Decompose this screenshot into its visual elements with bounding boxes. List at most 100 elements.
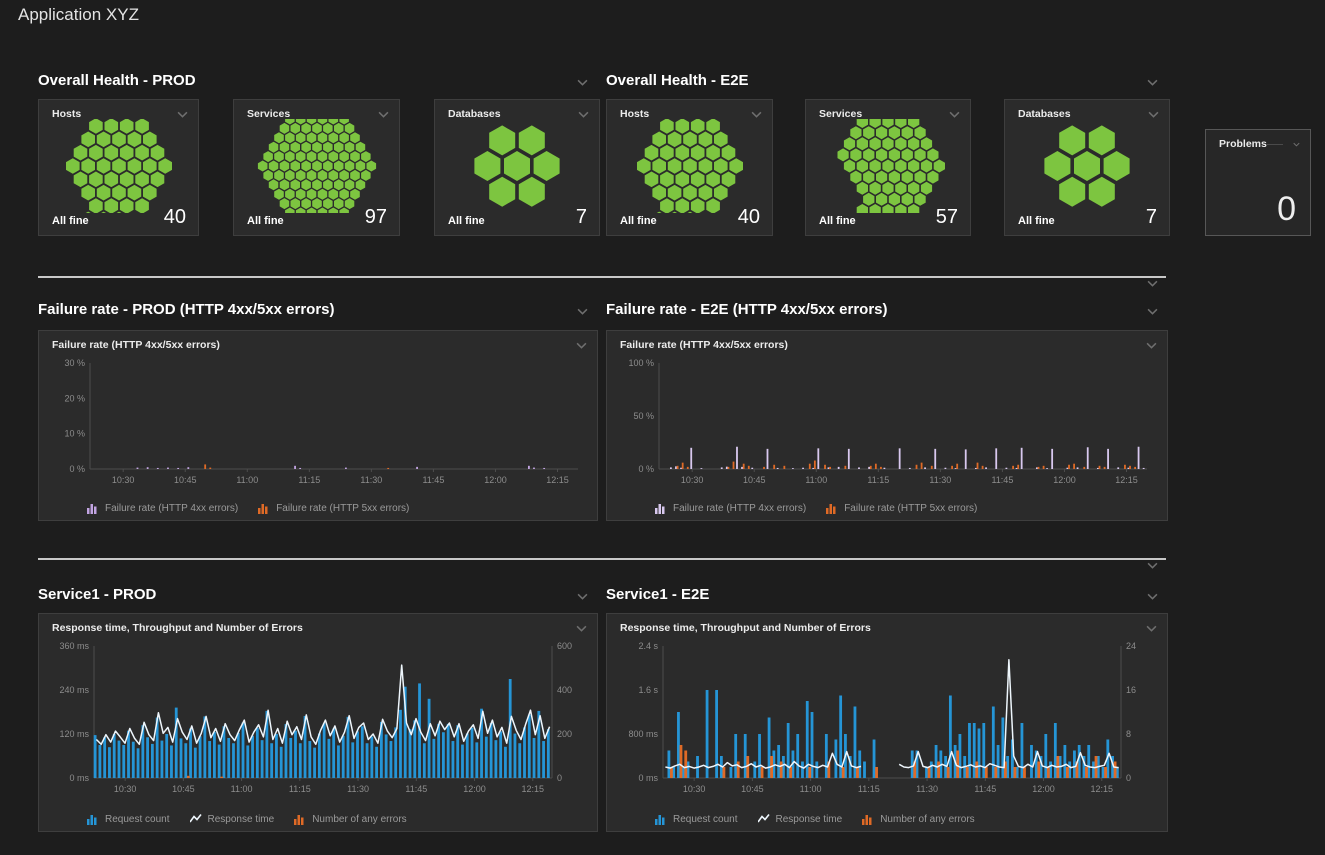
svg-text:360 ms: 360 ms xyxy=(59,641,89,651)
health-tile-services-e2e[interactable]: Services All fine57 xyxy=(805,99,971,236)
legend-item[interactable]: Request count xyxy=(87,813,170,825)
legend-label: Number of any errors xyxy=(880,814,974,825)
svg-text:120 ms: 120 ms xyxy=(59,729,89,739)
legend-item[interactable]: Number of any errors xyxy=(862,813,974,825)
legend-item[interactable]: Failure rate (HTTP 5xx errors) xyxy=(258,502,409,514)
legend-label: Failure rate (HTTP 5xx errors) xyxy=(844,503,977,514)
chevron-down-icon[interactable] xyxy=(751,111,762,118)
section-divider xyxy=(38,558,1166,560)
svg-text:12:15: 12:15 xyxy=(1090,784,1113,794)
svg-text:10:45: 10:45 xyxy=(743,475,766,485)
svg-text:100 %: 100 % xyxy=(628,358,654,368)
svg-text:11:15: 11:15 xyxy=(289,784,311,794)
health-tile-hosts-e2e[interactable]: Hosts All fine40 xyxy=(606,99,773,236)
chevron-down-icon[interactable] xyxy=(1147,593,1158,600)
bar-series-icon xyxy=(87,813,99,825)
service1-e2e-chart[interactable]: 0 ms800 ms1.6 s2.4 s08162410:3010:4511:0… xyxy=(613,636,1161,800)
health-tile-hosts-prod[interactable]: Hosts All fine40 xyxy=(38,99,199,236)
status-label: All fine xyxy=(819,215,856,227)
services-honeycomb[interactable] xyxy=(234,124,399,207)
chevron-down-icon[interactable] xyxy=(577,79,588,86)
section-collapse-control[interactable] xyxy=(1147,308,1158,315)
svg-text:10:30: 10:30 xyxy=(114,784,137,794)
health-tile-services-prod[interactable]: Services All fine97 xyxy=(233,99,400,236)
bar-series-icon xyxy=(258,502,270,514)
svg-text:11:30: 11:30 xyxy=(360,475,382,485)
svg-text:0 ms: 0 ms xyxy=(69,773,89,783)
chevron-down-icon[interactable] xyxy=(177,111,188,118)
count-value: 7 xyxy=(1146,207,1157,227)
chevron-down-icon[interactable] xyxy=(1293,141,1300,148)
chevron-down-icon[interactable] xyxy=(578,111,589,118)
section-title-service1-prod: Service1 - PROD xyxy=(38,586,156,603)
chevron-down-icon[interactable] xyxy=(576,342,587,349)
chevron-down-icon[interactable] xyxy=(1147,308,1158,315)
svg-text:30 %: 30 % xyxy=(64,358,85,368)
hosts-honeycomb[interactable] xyxy=(39,124,198,207)
svg-text:1.6 s: 1.6 s xyxy=(638,685,658,695)
tile-title: Failure rate (HTTP 4xx/5xx errors) xyxy=(620,339,788,351)
service1-prod-chart[interactable]: 0 ms120 ms240 ms360 ms020040060010:3010:… xyxy=(44,636,592,800)
count-value: 97 xyxy=(365,207,387,227)
svg-text:11:45: 11:45 xyxy=(405,784,427,794)
section-collapse-control[interactable] xyxy=(577,593,588,600)
chevron-down-icon[interactable] xyxy=(1148,111,1159,118)
section-collapse-control[interactable] xyxy=(577,308,588,315)
chevron-down-icon[interactable] xyxy=(949,111,960,118)
legend-item[interactable]: Number of any errors xyxy=(294,813,406,825)
chevron-down-icon[interactable] xyxy=(1147,280,1158,287)
legend-item[interactable]: Failure rate (HTTP 4xx errors) xyxy=(655,502,806,514)
divider-collapse-control[interactable] xyxy=(1147,280,1158,287)
databases-honeycomb[interactable] xyxy=(1005,124,1169,207)
legend-item[interactable]: Failure rate (HTTP 5xx errors) xyxy=(826,502,977,514)
chevron-down-icon[interactable] xyxy=(1146,342,1157,349)
svg-text:20 %: 20 % xyxy=(64,393,85,403)
legend-label: Failure rate (HTTP 4xx errors) xyxy=(105,503,238,514)
svg-text:11:45: 11:45 xyxy=(422,475,444,485)
status-label: All fine xyxy=(52,215,89,227)
hosts-honeycomb[interactable] xyxy=(607,124,772,207)
legend-item[interactable]: Request count xyxy=(655,813,738,825)
databases-honeycomb[interactable] xyxy=(435,124,599,207)
status-label: All fine xyxy=(448,215,485,227)
count-value: 40 xyxy=(164,207,186,227)
section-divider xyxy=(38,276,1166,278)
bar-series-icon xyxy=(294,813,306,825)
failure-rate-e2e-chart[interactable]: 0 %50 %100 %10:3010:4511:0011:1511:3011:… xyxy=(613,353,1161,491)
svg-text:12:00: 12:00 xyxy=(484,475,507,485)
chevron-down-icon[interactable] xyxy=(576,625,587,632)
line-series-icon xyxy=(758,813,770,825)
chevron-down-icon[interactable] xyxy=(1147,79,1158,86)
chart-legend: Failure rate (HTTP 4xx errors) Failure ra… xyxy=(87,502,409,514)
svg-text:12:15: 12:15 xyxy=(1115,475,1138,485)
tile-title: Response time, Throughput and Number of … xyxy=(620,622,871,634)
problems-tile[interactable]: Problems 0 xyxy=(1205,129,1311,236)
divider-collapse-control[interactable] xyxy=(1147,562,1158,569)
failure-rate-prod-tile[interactable]: Failure rate (HTTP 4xx/5xx errors) 0 %10… xyxy=(38,330,598,521)
legend-item[interactable]: Response time xyxy=(758,813,843,825)
health-tile-databases-prod[interactable]: Databases All fine7 xyxy=(434,99,600,236)
services-honeycomb[interactable] xyxy=(806,124,970,207)
section-collapse-control[interactable] xyxy=(1147,593,1158,600)
chevron-down-icon[interactable] xyxy=(577,308,588,315)
section-collapse-control[interactable] xyxy=(577,79,588,86)
svg-text:11:15: 11:15 xyxy=(858,784,880,794)
health-tile-databases-e2e[interactable]: Databases All fine7 xyxy=(1004,99,1170,236)
service1-e2e-tile[interactable]: Response time, Throughput and Number of … xyxy=(606,613,1168,832)
section-collapse-control[interactable] xyxy=(1147,79,1158,86)
chevron-down-icon[interactable] xyxy=(378,111,389,118)
chevron-down-icon[interactable] xyxy=(577,593,588,600)
svg-text:11:30: 11:30 xyxy=(347,784,369,794)
svg-text:12:00: 12:00 xyxy=(1053,475,1076,485)
mini-trend-placeholder xyxy=(1267,144,1283,145)
legend-item[interactable]: Response time xyxy=(190,813,275,825)
failure-rate-prod-chart[interactable]: 0 %10 %20 %30 %10:3010:4511:0011:1511:30… xyxy=(44,353,592,491)
legend-label: Number of any errors xyxy=(312,814,406,825)
failure-rate-e2e-tile[interactable]: Failure rate (HTTP 4xx/5xx errors) 0 %50… xyxy=(606,330,1168,521)
svg-text:0: 0 xyxy=(1126,773,1131,783)
chevron-down-icon[interactable] xyxy=(1147,562,1158,569)
service1-prod-tile[interactable]: Response time, Throughput and Number of … xyxy=(38,613,598,832)
svg-text:11:00: 11:00 xyxy=(236,475,258,485)
legend-item[interactable]: Failure rate (HTTP 4xx errors) xyxy=(87,502,238,514)
chevron-down-icon[interactable] xyxy=(1146,625,1157,632)
